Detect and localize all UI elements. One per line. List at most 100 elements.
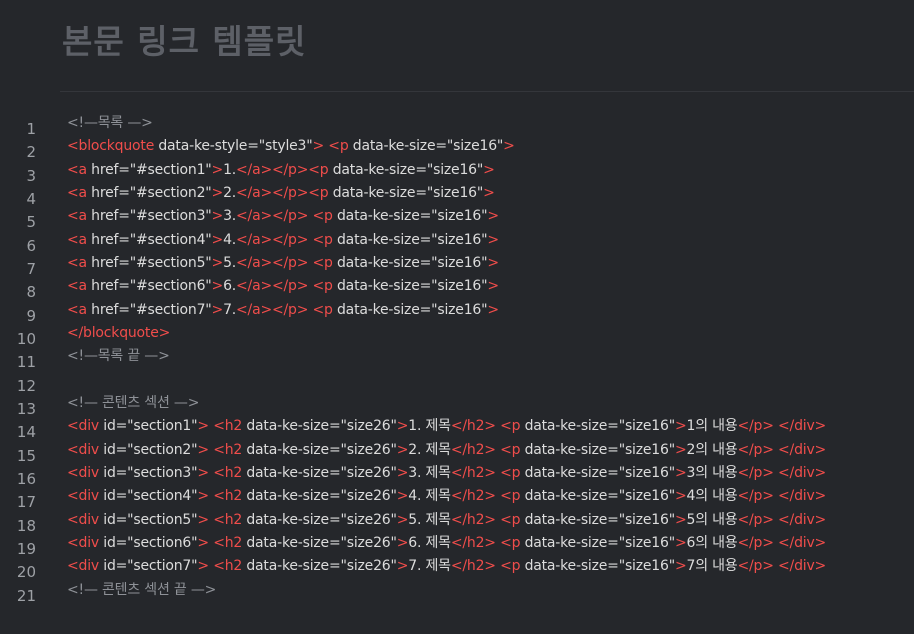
code-token-tag: </p> <box>737 534 774 551</box>
code-line: 8 <a href="#section6">6.</a></p> <p data-… <box>0 275 914 301</box>
code-token-tag: <div <box>67 488 99 505</box>
code-line: 21 <!— 콘텐츠 섹션 끝 —> <box>0 579 914 605</box>
code-token-tag: <div <box>67 418 99 435</box>
code-text: <a href="#section2">2.</a></p><p data-ke… <box>67 182 495 205</box>
code-token-tag: <h2 <box>213 441 243 458</box>
code-token-tag: <p <box>500 418 521 435</box>
code-token-tag: </blockquote> <box>67 324 171 341</box>
code-token-val: "size16" <box>618 441 675 458</box>
code-text: <div id="section4"> <h2 data-ke-size="si… <box>67 485 826 508</box>
code-text: <div id="section2"> <h2 data-ke-size="si… <box>67 439 826 462</box>
code-token-val: "size16" <box>426 184 484 201</box>
code-token-val: "style3" <box>258 138 313 155</box>
code-token-tag: > <box>487 231 499 248</box>
code-token-tag: > <box>487 301 499 318</box>
code-token-tag: </p> <box>737 488 774 505</box>
code-token-val: "section7" <box>127 558 198 575</box>
code-token-comment: <!—목록 —> <box>67 115 153 131</box>
code-token-val: "#section7" <box>129 301 212 318</box>
code-token-plain: 5의 내용 <box>686 511 738 528</box>
code-line: 17 <div id="section4"> <h2 data-ke-size="… <box>0 485 914 511</box>
code-token-attr: data-ke-size= <box>242 441 341 458</box>
code-token-val: "size16" <box>618 534 675 551</box>
code-token-comment: <!— 콘텐츠 섹션 —> <box>67 394 200 411</box>
code-token-tag: </a></p> <box>236 231 309 248</box>
code-token-tag: <a <box>67 184 87 201</box>
code-token-tag: <h2 <box>213 511 243 528</box>
code-token-tag: <h2 <box>213 488 243 505</box>
code-token-val: "section3" <box>127 464 198 481</box>
code-token-comment: <!—목록 끝 —> <box>67 348 170 365</box>
code-token-attr: href= <box>86 254 130 271</box>
code-token-plain: 7. <box>223 301 237 318</box>
code-token-tag: > <box>396 558 409 575</box>
code-token-tag: > <box>197 511 209 528</box>
code-token-tag: <a <box>67 231 87 248</box>
code-token-tag: </div> <box>778 488 827 505</box>
code-token-tag: </a></p> <box>236 254 309 271</box>
code-token-plain: 2. <box>223 184 237 201</box>
code-token-tag: > <box>483 184 495 201</box>
code-token-val: "#section3" <box>129 208 212 225</box>
code-token-attr: id= <box>99 464 128 481</box>
code-token-val: "size26" <box>340 511 397 528</box>
code-token-attr: data-ke-size= <box>520 488 619 505</box>
code-token-tag: > <box>396 441 409 458</box>
code-text: <blockquote data-ke-style="style3"> <p d… <box>67 135 515 158</box>
code-token-attr: href= <box>86 278 130 295</box>
code-token-tag: <h2 <box>213 558 243 575</box>
code-token-tag: > <box>211 301 224 318</box>
code-token-val: "size26" <box>340 418 397 435</box>
code-token-tag: > <box>674 558 687 575</box>
code-token-tag: > <box>396 464 409 481</box>
code-token-tag: </div> <box>778 441 827 458</box>
code-token-tag: </h2> <box>450 558 496 575</box>
code-token-tag: > <box>674 488 687 505</box>
code-token-attr: data-ke-size= <box>332 254 432 271</box>
code-token-val: "size26" <box>340 464 397 481</box>
code-token-tag: </a></p><p <box>236 161 329 178</box>
code-token-tag: </p> <box>737 464 774 481</box>
code-token-attr: data-ke-size= <box>242 534 341 551</box>
code-token-tag: > <box>197 534 209 551</box>
code-token-tag: <p <box>500 441 521 458</box>
code-token-attr: data-ke-size= <box>242 511 341 528</box>
code-token-attr: data-ke-size= <box>332 301 432 318</box>
code-token-tag: > <box>211 184 224 201</box>
code-token-tag: </div> <box>778 464 827 481</box>
code-token-tag: <p <box>312 278 333 295</box>
code-text: <!— 콘텐츠 섹션 끝 —> <box>67 579 216 602</box>
code-token-tag: <a <box>67 254 87 271</box>
code-token-plain: 5. <box>223 254 237 271</box>
code-token-tag: <p <box>500 511 521 528</box>
code-token-tag: > <box>197 558 209 575</box>
code-token-attr: data-ke-size= <box>520 464 619 481</box>
code-token-val: "#section2" <box>129 184 212 201</box>
code-token-tag: > <box>396 488 409 505</box>
code-token-val: "size16" <box>431 231 488 248</box>
code-token-attr: data-ke-size= <box>328 161 427 178</box>
code-token-plain: 3의 내용 <box>686 464 738 481</box>
code-token-tag: > <box>211 254 224 271</box>
code-token-plain: 1의 내용 <box>686 418 738 435</box>
code-token-val: "size16" <box>618 511 675 528</box>
code-text: <div id="section6"> <h2 data-ke-size="si… <box>67 532 826 555</box>
code-token-tag: </p> <box>737 558 774 575</box>
code-token-val: "section6" <box>127 534 198 551</box>
code-token-attr: data-ke-size= <box>332 231 432 248</box>
code-token-tag: > <box>396 534 409 551</box>
code-text: </blockquote> <box>67 322 170 345</box>
code-token-tag: </h2> <box>450 511 496 528</box>
code-token-attr: data-ke-size= <box>520 418 619 435</box>
code-token-plain: 7의 내용 <box>686 558 738 575</box>
code-token-attr: data-ke-size= <box>242 418 341 435</box>
code-block[interactable]: 1 <!—목록 —> 2 <blockquote data-ke-style="sty… <box>0 112 914 605</box>
code-token-attr: data-ke-size= <box>332 208 432 225</box>
code-line: 19 <div id="section6"> <h2 data-ke-size="… <box>0 532 914 558</box>
code-token-tag: <h2 <box>213 464 243 481</box>
code-token-tag: <div <box>67 441 99 458</box>
code-token-tag: </div> <box>778 511 827 528</box>
code-token-tag: </h2> <box>450 464 496 481</box>
code-token-tag: <div <box>67 464 99 481</box>
code-token-tag: > <box>396 511 409 528</box>
